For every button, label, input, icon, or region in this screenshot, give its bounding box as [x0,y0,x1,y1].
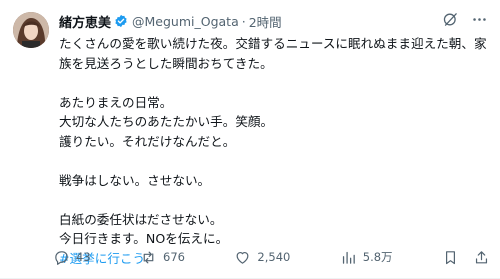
separator-dot: · [241,13,246,29]
line-break [59,151,489,171]
share-icon[interactable] [473,249,490,266]
reply-icon [55,250,68,265]
views-icon [342,251,355,264]
tweet-line: 白紙の委任状はださせない。 [59,211,223,227]
tweet-card[interactable]: 緒方恵美 @Megumi_Ogata · 2時間 たくさんの愛を歌い続けた夜。交… [0,0,500,279]
view-count: 5.8万 [362,250,393,264]
header-actions [442,11,488,28]
avatar-image [13,12,49,48]
user-handle[interactable]: @Megumi_Ogata [132,14,239,29]
reply-button[interactable]: 43 [53,249,91,266]
reply-count: 43 [76,250,91,264]
tweet-line: 戦争はしない。させない。 [59,172,211,188]
tweet-header: 緒方恵美 @Megumi_Ogata · 2時間 [59,10,488,32]
views-button[interactable]: 5.8万 [340,249,393,266]
tweet-line: 族を見送ろうとした瞬間おちてきた。 [59,55,273,71]
repost-button[interactable]: 676 [140,249,185,266]
line-break [59,190,489,210]
like-count: 2,540 [257,250,291,264]
secondary-actions [442,249,490,266]
like-button[interactable]: 2,540 [234,249,290,266]
bookmark-icon[interactable] [442,249,459,266]
tweet-line: あたりまえの日常。 [59,94,173,110]
tweet-line: たくさんの愛を歌い続けた夜。交錯するニュースに眠れぬまま迎えた朝、家 [59,36,487,51]
like-icon [236,251,249,264]
action-bar: 43 676 2,540 5.8万 [53,246,490,268]
repost-icon [143,251,154,263]
tweet-line: 護りたい。それだけなんだと。 [59,133,236,149]
avatar[interactable] [13,12,49,48]
tweet-line: 大切な人たちのあたたかい手。笑顔。 [59,114,274,129]
line-break [59,73,489,93]
tweet-text: たくさんの愛を歌い続けた夜。交錯するニュースに眠れぬまま迎えた朝、家 族を見送ろ… [59,34,489,268]
grok-icon[interactable] [442,11,459,28]
display-name[interactable]: 緒方恵美 [59,12,111,31]
verified-badge-icon [115,14,127,28]
repost-count: 676 [163,250,185,264]
more-icon[interactable] [471,11,488,28]
timestamp[interactable]: 2時間 [249,12,282,31]
